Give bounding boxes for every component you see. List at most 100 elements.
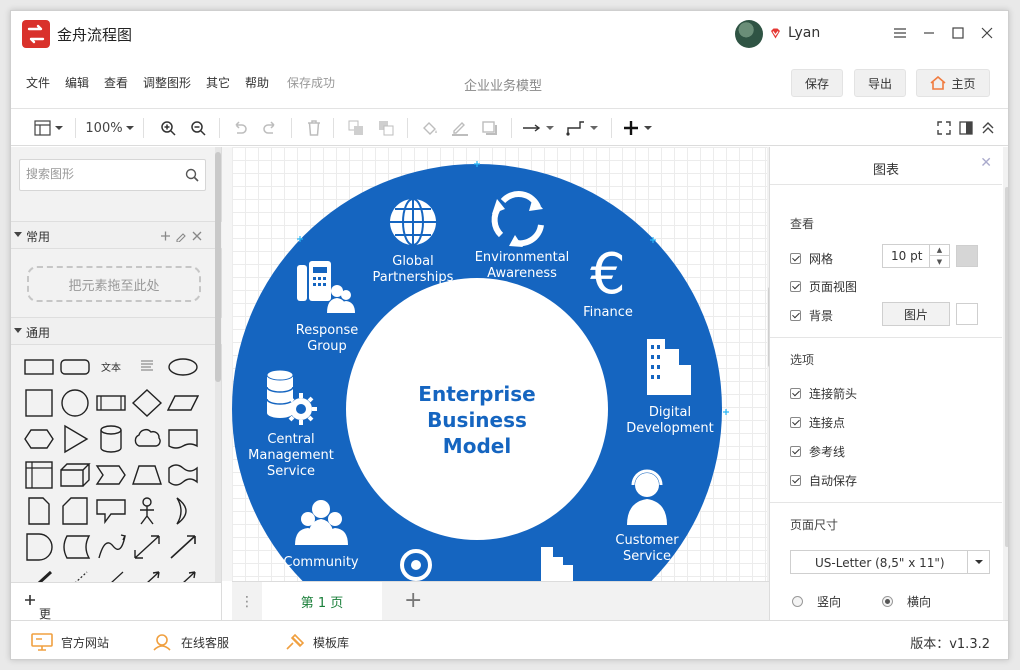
grid-size-value[interactable]: 10 pt — [891, 249, 922, 263]
menu-view[interactable]: 查看 — [104, 74, 128, 91]
insert-button[interactable] — [623, 117, 657, 139]
portrait-radio[interactable]: 竖向 — [792, 593, 841, 610]
shadow-button[interactable] — [479, 117, 501, 139]
shape-triangle[interactable] — [59, 424, 91, 454]
grid-checkbox[interactable]: 网格 — [790, 250, 833, 267]
shape-rectangle[interactable] — [23, 352, 55, 382]
shape-cloud[interactable] — [131, 424, 163, 454]
menu-file[interactable]: 文件 — [26, 74, 50, 91]
shape-curve[interactable] — [95, 532, 127, 562]
checkbox-checked[interactable] — [790, 417, 801, 428]
menu-other[interactable]: 其它 — [206, 74, 230, 91]
add-page-icon[interactable]: + — [404, 588, 422, 613]
close-icon[interactable] — [975, 22, 999, 44]
search-icon[interactable] — [185, 168, 199, 182]
favorites-drop-zone[interactable]: 把元素拖至此处 — [27, 266, 201, 302]
maximize-icon[interactable] — [946, 22, 970, 44]
page-size-select[interactable]: US-Letter (8,5" x 11") — [790, 550, 990, 574]
connect-arrows-checkbox[interactable]: 连接箭头 — [790, 385, 857, 402]
menu-help[interactable]: 帮助 — [245, 74, 269, 91]
shape-text[interactable]: 文本 — [95, 359, 127, 389]
shape-actor[interactable] — [131, 496, 163, 526]
document-title[interactable]: 企业业务模型 — [464, 75, 542, 94]
page-layout-button[interactable] — [31, 117, 67, 139]
scrollbar-thumb[interactable] — [1005, 187, 1008, 547]
export-button[interactable]: 导出 — [854, 69, 906, 97]
more-shapes-button[interactable]: 更多图形... — [11, 582, 222, 659]
page-menu-icon[interactable]: ⋮ — [240, 594, 254, 610]
checkbox-checked[interactable] — [790, 281, 801, 292]
page-view-checkbox[interactable]: 页面视图 — [790, 278, 857, 295]
drawing-canvas[interactable]: Enterprise Business Model Global Partner… — [232, 147, 767, 581]
landscape-radio[interactable]: 横向 — [882, 593, 931, 610]
shape-cylinder[interactable] — [95, 424, 127, 454]
fullscreen-button[interactable] — [935, 117, 953, 139]
fill-color-button[interactable] — [419, 117, 441, 139]
section-common-header[interactable]: 常用 — [11, 221, 222, 249]
stepper-down-icon[interactable]: ▼ — [929, 256, 949, 267]
save-button[interactable]: 保存 — [791, 69, 843, 97]
menu-adjust-shape[interactable]: 调整图形 — [143, 74, 191, 91]
menu-edit[interactable]: 编辑 — [65, 74, 89, 91]
grid-size-stepper[interactable]: 10 pt ▲ ▼ — [882, 244, 950, 268]
connect-points-checkbox[interactable]: 连接点 — [790, 414, 845, 431]
chevron-down-icon[interactable] — [967, 551, 989, 573]
shape-note[interactable] — [23, 496, 55, 526]
delete-button[interactable] — [303, 117, 325, 139]
section-general-header[interactable]: 通用 — [11, 317, 222, 345]
checkbox-checked[interactable] — [790, 388, 801, 399]
shape-tape[interactable] — [167, 460, 199, 490]
shape-step[interactable] — [95, 460, 127, 490]
zoom-select[interactable]: 100% — [85, 117, 135, 139]
official-website-link[interactable]: 官方网站 — [31, 633, 109, 651]
shape-document[interactable] — [167, 424, 199, 454]
grid-color-swatch[interactable] — [956, 245, 978, 267]
shape-delay[interactable] — [23, 532, 55, 562]
collapse-button[interactable] — [979, 117, 997, 139]
business-model-diagram[interactable]: Enterprise Business Model Global Partner… — [232, 147, 767, 581]
shape-process[interactable] — [95, 388, 127, 418]
shape-card[interactable] — [59, 496, 91, 526]
format-panel-scrollbar[interactable] — [1003, 147, 1008, 620]
background-image-button[interactable]: 图片 — [882, 302, 950, 326]
shape-diamond[interactable] — [131, 388, 163, 418]
background-checkbox[interactable]: 背景 — [790, 307, 833, 324]
shape-arrow[interactable] — [167, 532, 199, 562]
checkbox-checked[interactable] — [790, 446, 801, 457]
radio-unselected[interactable] — [792, 596, 803, 607]
section-common-actions[interactable] — [160, 230, 204, 242]
autosave-checkbox[interactable]: 自动保存 — [790, 472, 857, 489]
search-input[interactable] — [26, 167, 176, 181]
shape-rounded-rectangle[interactable] — [59, 352, 91, 382]
connector-style-button[interactable] — [521, 117, 557, 139]
guides-checkbox[interactable]: 参考线 — [790, 443, 845, 460]
shape-search[interactable] — [19, 159, 206, 191]
checkbox-checked[interactable] — [790, 475, 801, 486]
stepper-up-icon[interactable]: ▲ — [929, 245, 949, 256]
checkbox-checked[interactable] — [790, 253, 801, 264]
shape-data-storage[interactable] — [59, 532, 91, 562]
background-color-swatch[interactable] — [956, 303, 978, 325]
scrollbar-thumb[interactable] — [215, 152, 221, 382]
close-icon[interactable]: ✕ — [980, 155, 992, 171]
to-front-button[interactable] — [345, 117, 367, 139]
undo-button[interactable] — [229, 117, 251, 139]
home-button[interactable]: 主页 — [916, 69, 990, 97]
left-panel-scrollbar[interactable] — [215, 147, 221, 582]
shape-circle[interactable] — [59, 388, 91, 418]
shape-cube[interactable] — [59, 460, 91, 490]
to-back-button[interactable] — [375, 117, 397, 139]
line-color-button[interactable] — [449, 117, 471, 139]
shape-square[interactable] — [23, 388, 55, 418]
shape-ellipse[interactable] — [167, 352, 199, 382]
radio-selected[interactable] — [882, 596, 893, 607]
zoom-out-button[interactable] — [187, 117, 209, 139]
format-panel-toggle[interactable] — [957, 117, 975, 139]
minimize-icon[interactable] — [917, 22, 941, 44]
menu-icon[interactable] — [888, 22, 912, 44]
shape-parallelogram[interactable] — [167, 388, 199, 418]
shape-callout[interactable] — [95, 496, 127, 526]
shape-trapezoid[interactable] — [131, 460, 163, 490]
shape-bidirectional-arrow[interactable] — [131, 532, 163, 562]
username[interactable]: Lyan — [788, 25, 820, 41]
